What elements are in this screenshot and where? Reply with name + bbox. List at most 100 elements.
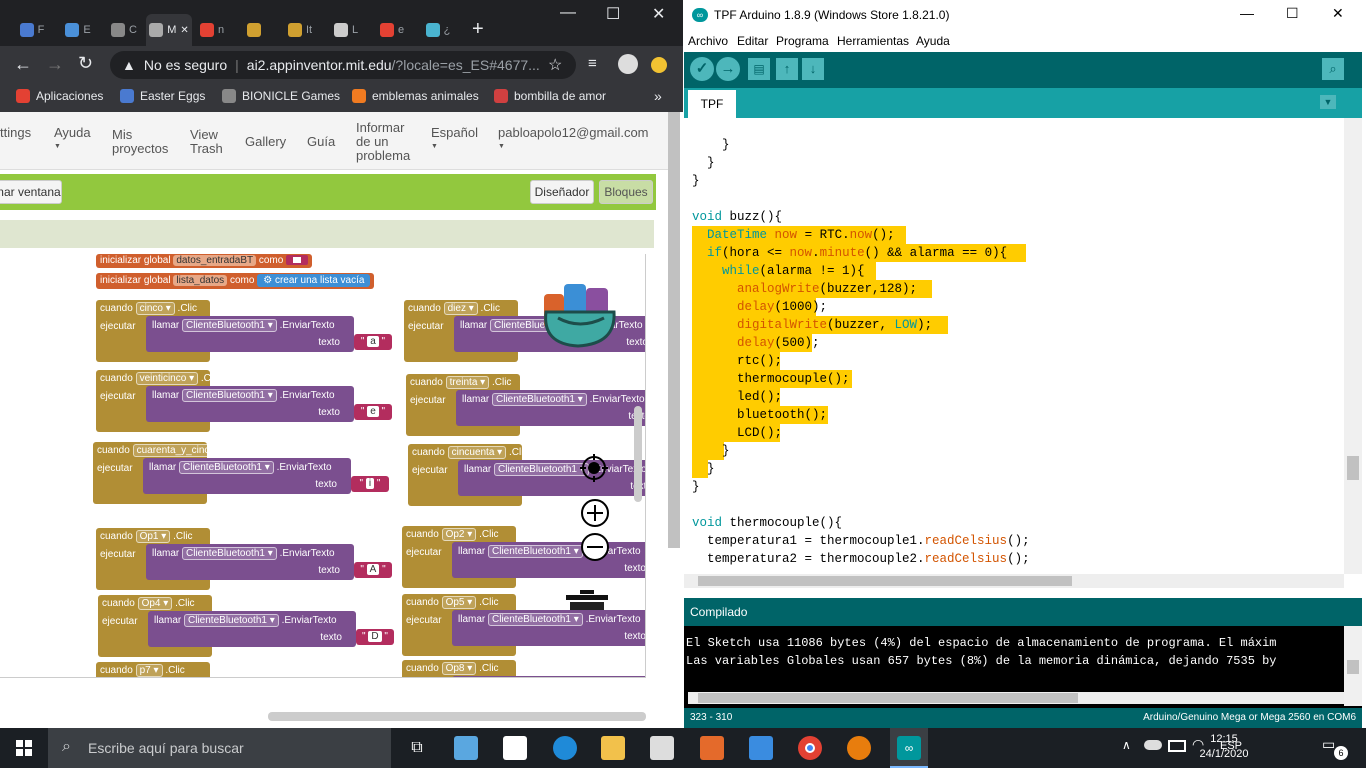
- text-block[interactable]: " a ": [354, 334, 392, 350]
- event-block[interactable]: cuando p7 ▾ .Clicejecutarllamar ClienteB…: [96, 662, 210, 677]
- zoom-out-icon[interactable]: [580, 532, 610, 562]
- text-value[interactable]: i: [365, 478, 375, 489]
- code-line[interactable]: }: [692, 172, 700, 190]
- code-line[interactable]: thermocouple();: [692, 370, 850, 388]
- warning-icon[interactable]: ▲: [122, 57, 136, 73]
- file-explorer-icon[interactable]: [601, 736, 625, 760]
- open-sketch-icon[interactable]: ↑: [776, 58, 798, 80]
- tray-chevron-icon[interactable]: ∧: [1122, 738, 1131, 752]
- code-line[interactable]: while(alarma != 1){: [692, 262, 865, 280]
- browser-tab[interactable]: n: [192, 14, 232, 46]
- button-dropdown[interactable]: veinticinco ▾: [135, 372, 199, 385]
- code-line[interactable]: }: [692, 442, 730, 460]
- component-dropdown[interactable]: ClienteBluetooth1 ▾: [492, 393, 587, 406]
- code-vscroll[interactable]: [1344, 118, 1362, 574]
- tab-menu-icon[interactable]: ▼: [1320, 95, 1336, 109]
- browser-tab[interactable]: F: [12, 14, 52, 46]
- code-line[interactable]: temperatura1 = thermocouple1.readCelsius…: [692, 532, 1030, 550]
- browser-tab[interactable]: It: [280, 14, 320, 46]
- event-block[interactable]: cuando veinticinco ▾ .Clic ejecutar llamar…: [96, 370, 392, 432]
- event-block[interactable]: cuando Op5 ▾ .Clic ejecutar llamar Cliente…: [402, 594, 645, 656]
- serial-monitor-icon[interactable]: ⌕: [1322, 58, 1344, 80]
- code-hscroll[interactable]: [684, 574, 1344, 588]
- maximize-button[interactable]: ☐: [1286, 5, 1299, 22]
- call-method-block[interactable]: llamar ClienteBluetooth1 ▾ .EnviarTextot…: [458, 460, 645, 496]
- back-icon[interactable]: ←: [14, 54, 32, 75]
- text-value[interactable]: D: [368, 631, 382, 642]
- call-method-block[interactable]: llamar ClienteBluetooth1 ▾ .EnviarTextot…: [452, 676, 645, 677]
- close-icon[interactable]: ✕: [180, 25, 188, 36]
- button-dropdown[interactable]: cinco ▾: [135, 302, 175, 315]
- verify-icon[interactable]: ✓: [690, 57, 714, 81]
- button-dropdown[interactable]: Op1 ▾: [135, 530, 171, 543]
- component-dropdown[interactable]: ClienteBluetooth1 ▾: [184, 614, 279, 627]
- upload-icon[interactable]: →: [716, 57, 740, 81]
- call-method-block[interactable]: llamar ClienteBluetooth1 ▾ .EnviarTextot…: [143, 458, 351, 494]
- create-empty-list-block[interactable]: ⚙ crear una lista vacía: [257, 274, 371, 287]
- code-line[interactable]: digitalWrite(buzzer, LOW);: [692, 316, 932, 334]
- component-dropdown[interactable]: ClienteBluetooth1 ▾: [182, 319, 277, 332]
- chrome-icon[interactable]: [798, 736, 822, 760]
- menu-item[interactable]: Herramientas: [837, 34, 909, 48]
- code-line[interactable]: delay(500);: [692, 334, 820, 352]
- variable-name[interactable]: lista_datos: [173, 275, 228, 286]
- store-icon[interactable]: [503, 736, 527, 760]
- menu-item[interactable]: Editar: [737, 34, 768, 48]
- component-dropdown[interactable]: ClienteBluetooth1 ▾: [182, 389, 277, 402]
- security-label[interactable]: No es seguro: [144, 57, 227, 73]
- text-value[interactable]: a: [367, 336, 379, 347]
- bookmarks-more-button[interactable]: »: [654, 88, 662, 104]
- call-method-block[interactable]: llamar ClienteBluetooth1 ▾ .EnviarTextot…: [456, 390, 645, 426]
- tab-tpf[interactable]: TPF: [688, 90, 736, 118]
- code-line[interactable]: if(hora <= now.minute() && alarma == 0){: [692, 244, 1007, 262]
- text-block[interactable]: " A ": [354, 562, 392, 578]
- component-dropdown[interactable]: ClienteBluetooth1 ▾: [488, 613, 583, 626]
- windows-start-icon[interactable]: [16, 740, 32, 756]
- code-line[interactable]: DateTime now = RTC.now();: [692, 226, 895, 244]
- menu-item[interactable]: Ayuda: [916, 34, 950, 48]
- workspace-vscroll[interactable]: [634, 406, 642, 502]
- close-button[interactable]: ✕: [652, 4, 665, 24]
- news-app-icon[interactable]: [454, 736, 478, 760]
- button-dropdown[interactable]: Op2 ▾: [441, 528, 477, 541]
- zoom-in-icon[interactable]: [580, 498, 610, 528]
- init-global-block[interactable]: inicializar global datos_entradaBT como: [96, 254, 313, 268]
- code-line[interactable]: temperatura2 = thermocouple2.readCelsius…: [692, 550, 1030, 568]
- event-block[interactable]: cuando diez ▾ .Clic ejecutar llamar Client…: [404, 300, 645, 362]
- nav-help[interactable]: Ayuda ▼: [54, 126, 91, 154]
- profile-icon[interactable]: [651, 57, 667, 73]
- button-dropdown[interactable]: cuarenta_y_cinco ▾: [132, 444, 227, 457]
- browser-tab[interactable]: ¿: [418, 14, 458, 46]
- browser-tab[interactable]: E: [58, 14, 98, 46]
- onedrive-icon[interactable]: [1144, 740, 1162, 750]
- blender-icon[interactable]: [847, 736, 871, 760]
- browser-tab[interactable]: L: [326, 14, 366, 46]
- edge-icon[interactable]: [553, 736, 577, 760]
- component-dropdown[interactable]: ClienteBluetooth1 ▾: [179, 461, 274, 474]
- browser-tab[interactable]: [236, 14, 276, 46]
- variable-name[interactable]: datos_entradaBT: [173, 255, 257, 266]
- event-block[interactable]: cuando cinco ▾ .Clic ejecutar llamar Clien…: [96, 300, 392, 362]
- browser-tab[interactable]: e: [372, 14, 412, 46]
- nav-guide[interactable]: Guía: [307, 135, 335, 149]
- button-dropdown[interactable]: cincuenta ▾: [447, 446, 507, 459]
- clock[interactable]: 12:15 24/1/2020: [1194, 732, 1254, 762]
- backpack-icon[interactable]: [538, 268, 622, 350]
- event-block[interactable]: cuando Op4 ▾ .Clic ejecutar llamar Cliente…: [98, 595, 394, 657]
- button-dropdown[interactable]: Op8 ▾: [441, 662, 477, 675]
- arduino-taskbar-icon[interactable]: ∞: [890, 728, 928, 768]
- code-line[interactable]: }: [692, 478, 700, 496]
- text-block[interactable]: " i ": [351, 476, 389, 492]
- code-line[interactable]: rtc();: [692, 352, 782, 370]
- maximize-button[interactable]: ☐: [606, 4, 620, 24]
- trash-icon[interactable]: [566, 590, 608, 610]
- bookmark-item[interactable]: emblemas animales: [352, 89, 479, 103]
- mail-icon[interactable]: [650, 736, 674, 760]
- omnibox[interactable]: ▲ No es seguro | ai2.appinventor.mit.edu…: [110, 51, 576, 79]
- page-scrollbar[interactable]: [668, 112, 680, 548]
- event-block[interactable]: cuando Op2 ▾ .Clic ejecutar llamar Cliente…: [402, 526, 645, 588]
- console-hscroll[interactable]: [688, 692, 1344, 704]
- text-block[interactable]: " D ": [356, 629, 394, 645]
- text-value[interactable]: A: [366, 564, 380, 575]
- browser-tab[interactable]: C: [104, 14, 144, 46]
